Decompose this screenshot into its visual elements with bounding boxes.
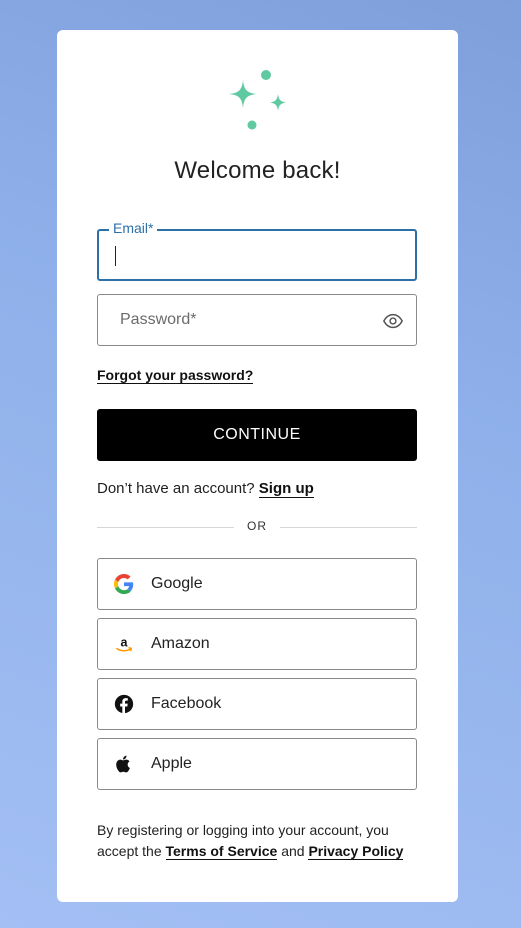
login-card: Welcome back! Email* Forgot your passwor… bbox=[57, 30, 458, 902]
legal-notice: By registering or logging into your acco… bbox=[97, 820, 427, 862]
facebook-icon bbox=[114, 694, 134, 714]
apple-login-label: Apple bbox=[151, 755, 192, 772]
facebook-login-button[interactable]: Facebook bbox=[97, 678, 417, 730]
signup-prompt: Don’t have an account? bbox=[97, 480, 255, 497]
divider-line-right bbox=[280, 527, 417, 528]
forgot-password-link[interactable]: Forgot your password? bbox=[97, 367, 254, 384]
text-caret bbox=[115, 246, 116, 266]
facebook-login-label: Facebook bbox=[151, 695, 222, 712]
apple-icon bbox=[114, 754, 134, 774]
apple-login-button[interactable]: Apple bbox=[97, 738, 417, 790]
sparkles-logo-icon bbox=[229, 70, 286, 130]
divider-label: OR bbox=[247, 519, 267, 533]
email-input[interactable] bbox=[99, 231, 415, 279]
or-divider: OR bbox=[97, 519, 417, 533]
eye-icon[interactable] bbox=[382, 310, 404, 332]
svg-text:a: a bbox=[121, 636, 129, 650]
signup-link[interactable]: Sign up bbox=[258, 480, 314, 498]
password-input[interactable] bbox=[98, 295, 416, 345]
terms-of-service-link[interactable]: Terms of Service bbox=[165, 843, 278, 860]
continue-button[interactable]: CONTINUE bbox=[97, 409, 417, 461]
amazon-login-button[interactable]: a Amazon bbox=[97, 618, 417, 670]
signup-row: Don’t have an account? Sign up bbox=[97, 480, 314, 498]
amazon-login-label: Amazon bbox=[151, 635, 210, 652]
legal-and: and bbox=[281, 843, 305, 859]
privacy-policy-link[interactable]: Privacy Policy bbox=[308, 843, 404, 860]
page-title: Welcome back! bbox=[174, 157, 341, 184]
google-icon bbox=[114, 574, 134, 594]
password-field[interactable] bbox=[97, 294, 417, 346]
google-login-label: Google bbox=[151, 575, 203, 592]
email-field[interactable]: Email* bbox=[97, 220, 417, 281]
amazon-icon: a bbox=[114, 634, 134, 654]
google-login-button[interactable]: Google bbox=[97, 558, 417, 610]
